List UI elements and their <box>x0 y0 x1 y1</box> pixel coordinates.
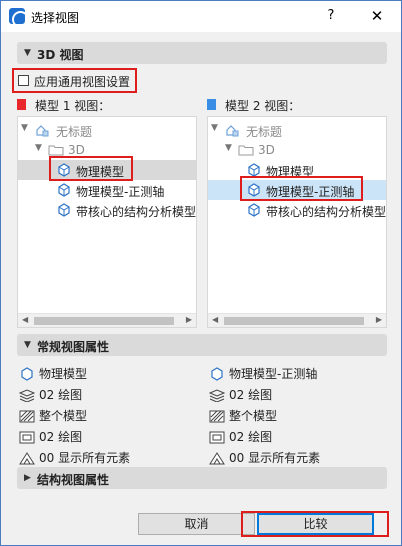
prop-pen-set-right: 02 绘图 <box>209 428 272 445</box>
tree-item-label: 带核心的结构分析模型 <box>266 205 387 219</box>
tree-item-physical-model-axo[interactable]: 物理模型-正测轴 <box>18 180 196 200</box>
chevron-down-icon: ▼ <box>24 48 31 58</box>
prop-value: 整个模型 <box>229 409 278 423</box>
model-1-color-swatch <box>17 99 26 110</box>
model-1-label: 模型 1 视图： <box>35 99 111 113</box>
layers-icon <box>209 388 225 402</box>
highlight-model-1-selection <box>49 156 133 181</box>
section-general-view-properties[interactable]: ▼ 常规视图属性 <box>17 334 387 356</box>
chevron-down-icon[interactable]: ▼ <box>35 143 42 153</box>
folder-icon <box>238 145 254 156</box>
chevron-down-icon: ▼ <box>24 340 31 350</box>
prop-value: 物理模型 <box>39 367 88 381</box>
prop-value: 00 显示所有元素 <box>229 451 321 465</box>
horizontal-scrollbar[interactable]: ◀ ▶ <box>208 313 386 327</box>
help-button[interactable]: ? <box>321 6 341 26</box>
project-icon <box>226 125 239 137</box>
highlight-compare-button <box>241 511 389 537</box>
model-1-view-tree[interactable]: ▼ 无标题 ▼ 3D 物理模型 物理模型-正测轴 带核心的结构分析模型 ◀ ▶ <box>17 116 197 328</box>
structure-display-icon <box>209 451 225 464</box>
prop-partial-structure-left: 00 显示所有元素 <box>19 449 130 466</box>
frame-icon <box>209 431 225 443</box>
tree-root-label: 无标题 <box>56 125 93 139</box>
prop-view-type-left: 物理模型 <box>19 365 87 382</box>
prop-model-scope-right: 整个模型 <box>209 407 277 424</box>
tree-root[interactable]: ▼ 无标题 <box>208 120 386 140</box>
tree-root[interactable]: ▼ 无标题 <box>18 120 196 140</box>
prop-view-type-right: 物理模型-正测轴 <box>209 365 317 382</box>
prop-value: 02 绘图 <box>229 430 273 444</box>
prop-value: 物理模型-正测轴 <box>229 367 318 381</box>
cube-view-icon <box>21 366 33 381</box>
tree-folder-label: 3D <box>68 143 85 157</box>
section-structural-view-properties[interactable]: ▶ 结构视图属性 <box>17 467 387 489</box>
cube-view-icon <box>248 203 260 217</box>
hatch-pattern-icon <box>209 410 225 422</box>
model-2-color-swatch <box>207 99 216 110</box>
chevron-down-icon[interactable]: ▼ <box>21 123 28 133</box>
scrollbar-thumb[interactable] <box>34 317 174 325</box>
select-view-dialog: 选择视图 ? ✕ ▼ 3D 视图 应用通用视图设置 模型 1 视图： 模型 2 … <box>0 0 402 546</box>
layers-icon <box>19 388 35 402</box>
prop-value: 整个模型 <box>39 409 88 423</box>
use-common-checkbox[interactable] <box>18 75 29 86</box>
highlight-model-2-selection <box>240 176 363 201</box>
chevron-down-icon[interactable]: ▼ <box>211 123 218 133</box>
tree-folder-3d[interactable]: ▼ 3D <box>208 140 386 160</box>
scrollbar-thumb[interactable] <box>224 317 364 325</box>
prop-model-scope-left: 整个模型 <box>19 407 87 424</box>
prop-pen-set-left: 02 绘图 <box>19 428 82 445</box>
tree-root-label: 无标题 <box>246 125 283 139</box>
prop-value: 02 绘图 <box>39 388 83 402</box>
section-structural-label: 结构视图属性 <box>37 473 110 487</box>
close-button[interactable]: ✕ <box>367 6 387 26</box>
prop-layer-combo-right: 02 绘图 <box>209 386 272 403</box>
scroll-left-icon[interactable]: ◀ <box>22 315 28 324</box>
section-3d-view[interactable]: ▼ 3D 视图 <box>17 42 387 64</box>
horizontal-scrollbar[interactable]: ◀ ▶ <box>18 313 196 327</box>
app-logo-icon <box>9 8 25 24</box>
cube-view-icon <box>58 203 70 217</box>
hatch-pattern-icon <box>19 410 35 422</box>
tree-item-structural-analysis[interactable]: 带核心的结构分析模型 <box>208 200 386 220</box>
use-common-label: 应用通用视图设置 <box>34 75 131 89</box>
prop-partial-structure-right: 00 显示所有元素 <box>209 449 320 466</box>
prop-value: 02 绘图 <box>229 388 273 402</box>
tree-item-label: 物理模型-正测轴 <box>76 185 165 199</box>
frame-icon <box>19 431 35 443</box>
tree-item-label: 带核心的结构分析模型 <box>76 205 197 219</box>
prop-layer-combo-left: 02 绘图 <box>19 386 82 403</box>
scroll-right-icon[interactable]: ▶ <box>376 315 382 324</box>
cancel-button[interactable]: 取消 <box>138 513 255 535</box>
use-common-settings-row[interactable]: 应用通用视图设置 <box>12 68 137 93</box>
cube-view-icon <box>211 366 223 381</box>
structure-display-icon <box>19 451 35 464</box>
tree-folder-label: 3D <box>258 143 275 157</box>
section-3d-label: 3D 视图 <box>37 48 84 62</box>
tree-item-structural-analysis[interactable]: 带核心的结构分析模型 <box>18 200 196 220</box>
model-2-label: 模型 2 视图： <box>225 99 301 113</box>
project-icon <box>36 125 49 137</box>
window-title: 选择视图 <box>31 11 80 25</box>
title-bar: 选择视图 ? ✕ <box>1 1 401 32</box>
section-general-label: 常规视图属性 <box>37 340 110 354</box>
scroll-left-icon[interactable]: ◀ <box>212 315 218 324</box>
prop-value: 02 绘图 <box>39 430 83 444</box>
chevron-right-icon: ▶ <box>24 473 31 483</box>
cube-view-icon <box>58 183 70 197</box>
model-2-view-tree[interactable]: ▼ 无标题 ▼ 3D 物理模型 物理模型-正测轴 带核心的结构分析模型 ◀ ▶ <box>207 116 387 328</box>
prop-value: 00 显示所有元素 <box>39 451 131 465</box>
chevron-down-icon[interactable]: ▼ <box>225 143 232 153</box>
scroll-right-icon[interactable]: ▶ <box>186 315 192 324</box>
